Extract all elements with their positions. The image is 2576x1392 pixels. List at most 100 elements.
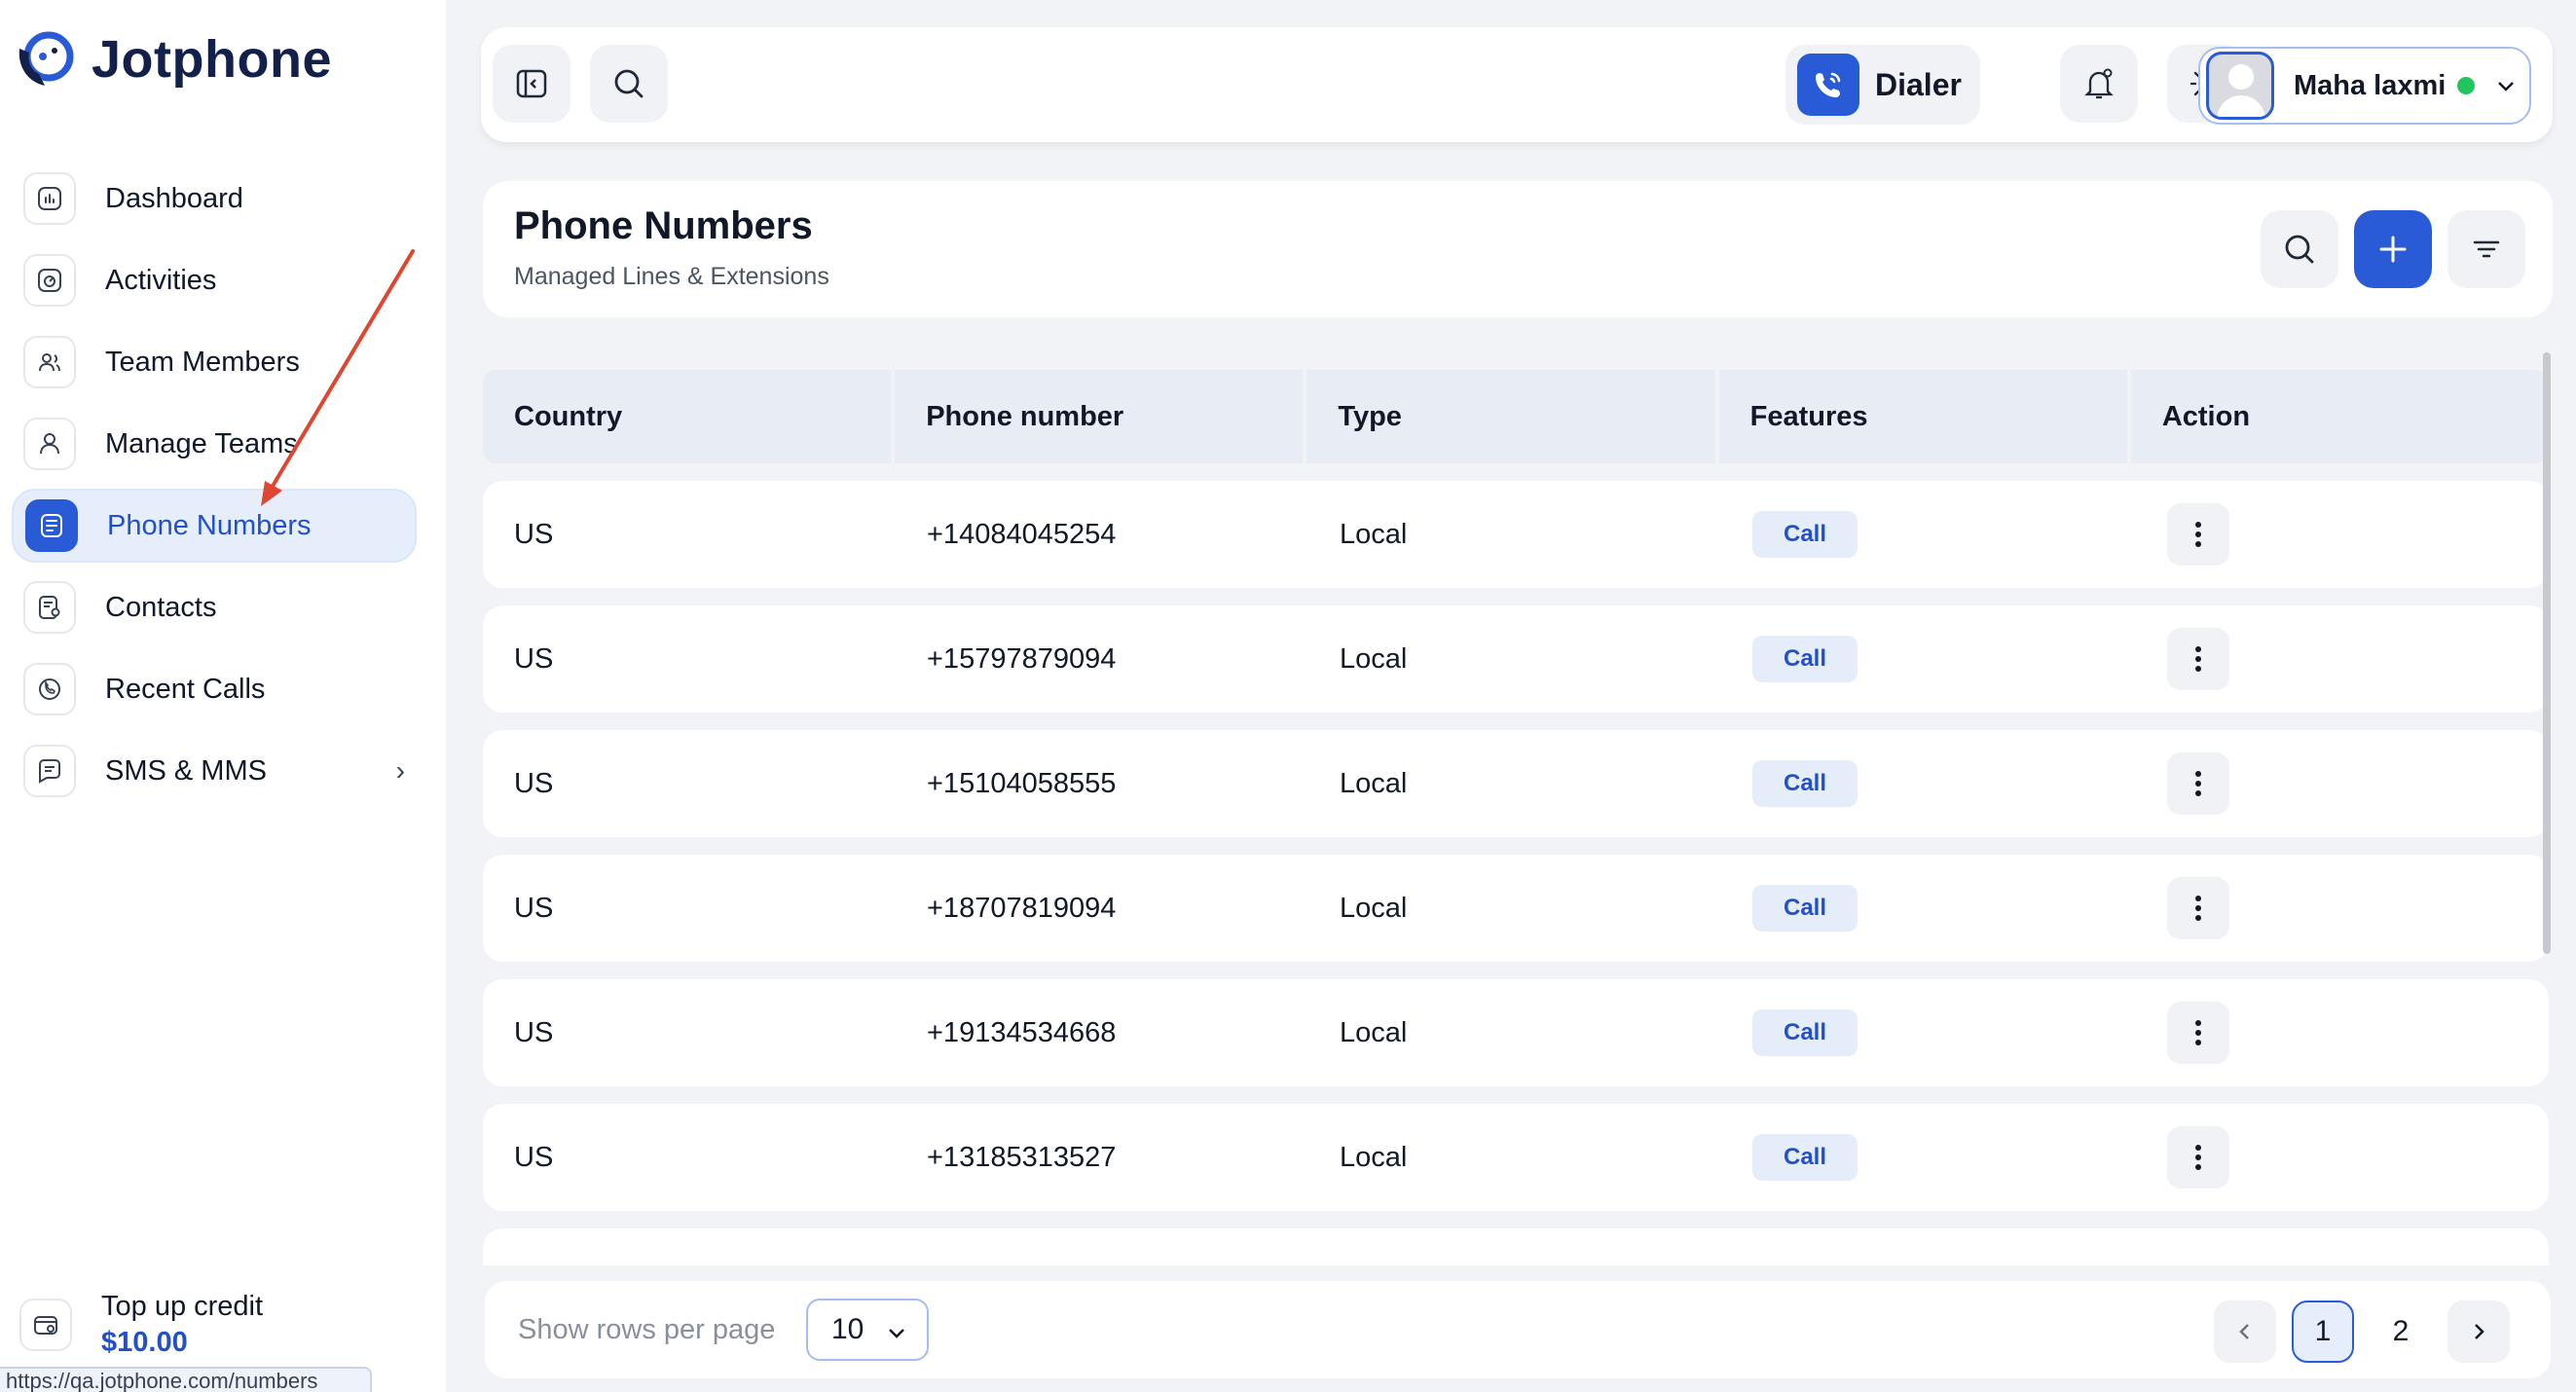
top-bar: Dialer Maha laxmi (481, 27, 2553, 142)
chevron-down-icon (2498, 82, 2515, 92)
recent-calls-icon (23, 663, 76, 715)
filter-icon (2473, 240, 2500, 258)
rows-per-page-label: Show rows per page (518, 1314, 776, 1345)
cell-country: US (514, 1016, 554, 1048)
sidebar-item-label: Team Members (105, 346, 300, 378)
cell-phone-number: +19134534668 (927, 1016, 1117, 1048)
call-feature-badge[interactable]: Call (1752, 636, 1858, 682)
row-actions-button[interactable] (2167, 628, 2229, 690)
user-menu[interactable]: Maha laxmi (2198, 47, 2531, 125)
table-row[interactable]: US +19134534668 Local Call (483, 979, 2549, 1086)
column-header-features[interactable]: Features (1718, 370, 2127, 463)
sidebar-item-recent-calls[interactable]: Recent Calls (12, 652, 417, 726)
cell-type: Local (1340, 1016, 1408, 1048)
topup-credit[interactable]: Top up credit $10.00 (19, 1291, 263, 1359)
column-header-type[interactable]: Type (1306, 370, 1715, 463)
sidebar-nav: Dashboard Activities Team Members Manage… (12, 162, 417, 816)
credit-balance: $10.00 (101, 1327, 188, 1358)
phone-icon (1797, 54, 1859, 116)
phone-numbers-table: Country Phone number Type Features Actio… (483, 370, 2549, 1265)
row-actions-button[interactable] (2167, 503, 2229, 566)
sidebar-item-manage-teams[interactable]: Manage Teams (12, 407, 417, 481)
filter-button[interactable] (2447, 210, 2525, 288)
sidebar-item-phone-numbers[interactable]: Phone Numbers (12, 489, 417, 563)
sidebar-item-label: Contacts (105, 591, 217, 623)
table-row[interactable]: US +15104058555 Local Call (483, 730, 2549, 837)
table-row[interactable]: US +15797879094 Local Call (483, 605, 2549, 713)
search-icon (2285, 235, 2314, 264)
previous-page-button[interactable] (2214, 1300, 2276, 1363)
row-actions-button[interactable] (2167, 877, 2229, 939)
search-icon (614, 69, 644, 98)
status-bar-url: https://qa.jotphone.com/numbers (0, 1367, 372, 1392)
row-actions-button[interactable] (2167, 752, 2229, 815)
team-members-icon (23, 336, 76, 388)
more-vertical-icon (2195, 1020, 2201, 1045)
cell-type: Local (1340, 892, 1408, 924)
brand-logo[interactable]: Jotphone (14, 27, 332, 92)
table-row-partial[interactable] (483, 1228, 2549, 1265)
call-feature-badge[interactable]: Call (1752, 885, 1858, 932)
contacts-icon (23, 581, 76, 634)
cell-type: Local (1340, 642, 1408, 675)
page-2-button[interactable]: 2 (2370, 1300, 2432, 1363)
call-feature-badge[interactable]: Call (1752, 511, 1858, 558)
call-feature-badge[interactable]: Call (1752, 1134, 1858, 1181)
more-vertical-icon (2195, 522, 2201, 547)
column-header-phone-number[interactable]: Phone number (895, 370, 1304, 463)
activities-icon (23, 254, 76, 307)
sidebar-item-contacts[interactable]: Contacts (12, 570, 417, 644)
jotphone-logo-icon (18, 31, 74, 86)
sidebar-item-sms-mms[interactable]: SMS & MMS › (12, 734, 417, 808)
global-search-button[interactable] (590, 45, 668, 123)
cell-country: US (514, 518, 554, 550)
sidebar-item-label: Dashboard (105, 182, 243, 214)
sidebar: Jotphone Dashboard Activities Team Membe… (0, 0, 446, 1392)
online-status-dot (2457, 77, 2476, 94)
sms-icon (23, 745, 76, 797)
table-row[interactable]: US +14084045254 Local Call (483, 481, 2549, 588)
cell-country: US (514, 642, 554, 675)
cell-country: US (514, 1141, 554, 1173)
chevron-right-icon (2475, 1324, 2484, 1339)
dashboard-icon (23, 172, 76, 225)
cell-country: US (514, 767, 554, 799)
sidebar-item-label: Phone Numbers (107, 509, 312, 541)
page-1-button[interactable]: 1 (2292, 1300, 2354, 1363)
add-number-button[interactable] (2354, 210, 2432, 288)
row-actions-button[interactable] (2167, 1002, 2229, 1064)
cell-phone-number: +18707819094 (927, 892, 1117, 924)
avatar (2206, 52, 2274, 120)
notifications-button[interactable] (2060, 45, 2138, 123)
dialer-button[interactable]: Dialer (1785, 45, 1980, 125)
row-actions-button[interactable] (2167, 1126, 2229, 1189)
brand-name: Jotphone (92, 30, 332, 89)
sidebar-item-activities[interactable]: Activities (12, 243, 417, 317)
cell-phone-number: +13185313527 (927, 1141, 1117, 1173)
rows-per-page-select[interactable]: 10 (806, 1299, 929, 1361)
table-footer: Show rows per page 10 1 2 (485, 1281, 2551, 1378)
collapse-sidebar-button[interactable] (493, 45, 570, 123)
page-subtitle: Managed Lines & Extensions (514, 263, 829, 290)
cell-type: Local (1340, 518, 1408, 550)
cell-phone-number: +15797879094 (927, 642, 1117, 675)
table-scrollbar[interactable] (2543, 352, 2551, 954)
call-feature-badge[interactable]: Call (1752, 760, 1858, 807)
table-row[interactable]: US +13185313527 Local Call (483, 1104, 2549, 1211)
more-vertical-icon (2195, 646, 2201, 672)
cell-phone-number: +15104058555 (927, 767, 1117, 799)
table-row[interactable]: US +18707819094 Local Call (483, 855, 2549, 962)
bell-icon (2084, 68, 2114, 99)
chevron-down-icon (889, 1329, 904, 1338)
search-numbers-button[interactable] (2261, 210, 2338, 288)
call-feature-badge[interactable]: Call (1752, 1009, 1858, 1056)
sidebar-item-label: Activities (105, 264, 217, 296)
sidebar-item-team-members[interactable]: Team Members (12, 325, 417, 399)
more-vertical-icon (2195, 896, 2201, 921)
page-title: Phone Numbers (514, 204, 813, 247)
sidebar-item-label: Recent Calls (105, 673, 266, 705)
next-page-button[interactable] (2447, 1300, 2510, 1363)
column-header-country[interactable]: Country (483, 370, 892, 463)
sidebar-item-dashboard[interactable]: Dashboard (12, 162, 417, 236)
plus-icon (2379, 236, 2407, 263)
